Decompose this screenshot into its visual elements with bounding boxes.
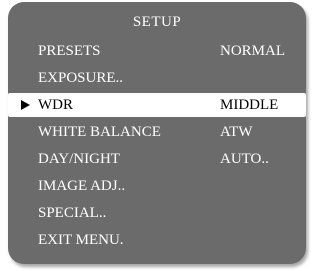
- menu-item-exposure[interactable]: EXPOSURE..: [8, 66, 306, 90]
- menu-item-exit-menu[interactable]: EXIT MENU.: [8, 228, 306, 252]
- menu-item-label: DAY/NIGHT: [38, 151, 120, 167]
- menu-item-label: WHITE BALANCE: [38, 124, 161, 140]
- menu-item-white-balance[interactable]: WHITE BALANCE ATW: [8, 120, 306, 144]
- menu-item-value: ATW: [220, 124, 253, 140]
- cursor-arrow-icon: [18, 93, 32, 117]
- menu-item-image-adj[interactable]: IMAGE ADJ..: [8, 174, 306, 198]
- menu-item-value: MIDDLE: [220, 97, 279, 113]
- menu-item-label: EXIT MENU.: [38, 232, 124, 248]
- menu-item-label: WDR: [38, 97, 73, 113]
- menu-item-label: SPECIAL..: [38, 205, 107, 221]
- osd-setup-menu: SETUP PRESETS NORMAL EXPOSURE.. WDR MIDD…: [8, 2, 306, 264]
- menu-title: SETUP: [132, 14, 182, 30]
- menu-item-label: EXPOSURE..: [38, 70, 124, 86]
- menu-item-value: NORMAL: [220, 43, 286, 59]
- menu-item-label: IMAGE ADJ..: [38, 178, 126, 194]
- menu-item-value: AUTO..: [220, 151, 269, 167]
- menu-item-label: PRESETS: [38, 43, 101, 59]
- menu-item-wdr[interactable]: WDR MIDDLE: [8, 93, 306, 117]
- menu-item-presets[interactable]: PRESETS NORMAL: [8, 39, 306, 63]
- menu-item-special[interactable]: SPECIAL..: [8, 201, 306, 225]
- menu-item-day-night[interactable]: DAY/NIGHT AUTO..: [8, 147, 306, 171]
